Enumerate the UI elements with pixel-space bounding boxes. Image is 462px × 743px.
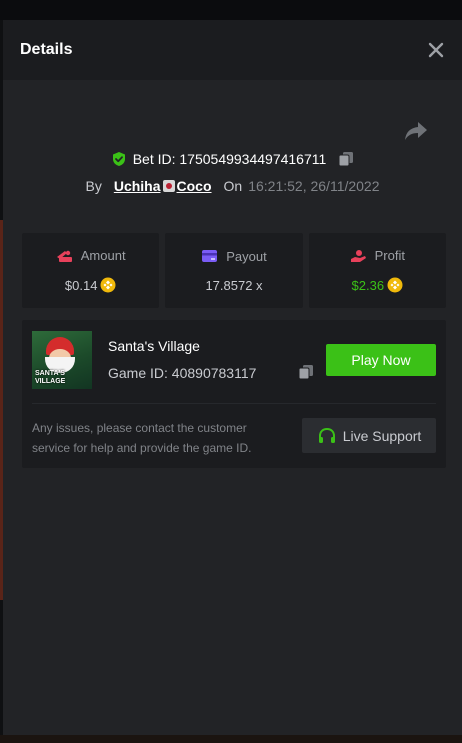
payout-label: Payout (226, 248, 267, 264)
thumbnail-title: SANTA'S VILLAGE (35, 370, 66, 385)
payout-value: 17.8572 x (205, 277, 263, 293)
profit-card: Profit $2.36 (308, 233, 446, 308)
amount-value-row: $0.14 (65, 277, 117, 293)
bet-timestamp: 16:21:52, 26/11/2022 (248, 178, 380, 194)
close-icon (428, 42, 444, 58)
share-button[interactable] (404, 120, 428, 142)
amount-card: Amount $0.14 (22, 233, 160, 308)
shield-check-icon (112, 152, 125, 166)
dice-icon (162, 180, 175, 192)
payout-header: Payout (201, 248, 267, 264)
profit-value: $2.36 (351, 277, 385, 293)
bettor-row: By Uchiha Coco On 16:21:52, 26/11/2022 (3, 178, 462, 194)
details-modal: Details Bet ID: 1750549934497416711 By U… (3, 20, 462, 735)
profit-label: Profit (374, 248, 405, 263)
game-thumbnail[interactable]: SANTA'S VILLAGE (32, 331, 92, 389)
game-panel: SANTA'S VILLAGE Santa's Village Game ID:… (22, 320, 446, 468)
game-name: Santa's Village (108, 338, 200, 354)
amount-value: $0.14 (64, 277, 98, 293)
payout-value-row: 17.8572 x (205, 278, 262, 293)
close-button[interactable] (426, 40, 446, 60)
by-label: By (85, 178, 102, 194)
card-icon (202, 250, 218, 262)
backdrop-top (0, 0, 462, 20)
play-now-button[interactable]: Play Now (326, 344, 436, 376)
hand-coin-icon (350, 249, 366, 262)
bet-id-text: Bet ID: 1750549934497416711 (132, 151, 327, 167)
payout-card: Payout 17.8572 x (165, 233, 303, 308)
game-id: Game ID: 40890783117 (108, 365, 257, 381)
profit-header: Profit (350, 248, 405, 263)
headset-icon (318, 427, 335, 443)
amount-header: Amount (56, 248, 126, 263)
modal-header: Details (3, 20, 462, 80)
backdrop-bottom (0, 735, 462, 743)
amount-label: Amount (80, 248, 126, 263)
bet-stats: Amount $0.14 Payout 17.8572 x Profit $2.… (22, 233, 446, 308)
copy-icon[interactable] (298, 364, 314, 380)
username-suffix: Coco (176, 178, 212, 194)
wallet-coins-icon (56, 250, 72, 262)
bnb-coin-icon (387, 277, 403, 293)
support-notice: Any issues, please contact the customer … (32, 421, 252, 455)
live-support-button[interactable]: Live Support (302, 418, 436, 453)
live-support-label: Live Support (342, 427, 422, 444)
divider (32, 403, 436, 404)
bnb-coin-icon (100, 277, 116, 293)
copy-icon[interactable] (338, 151, 354, 167)
profit-value-row: $2.36 (352, 277, 404, 293)
username-prefix: Uchiha (113, 178, 161, 194)
share-icon (405, 122, 427, 140)
on-label: On (223, 178, 243, 194)
user-link[interactable]: Uchiha Coco (114, 178, 212, 194)
modal-title: Details (20, 41, 73, 58)
bet-id-row: Bet ID: 1750549934497416711 (3, 151, 462, 167)
